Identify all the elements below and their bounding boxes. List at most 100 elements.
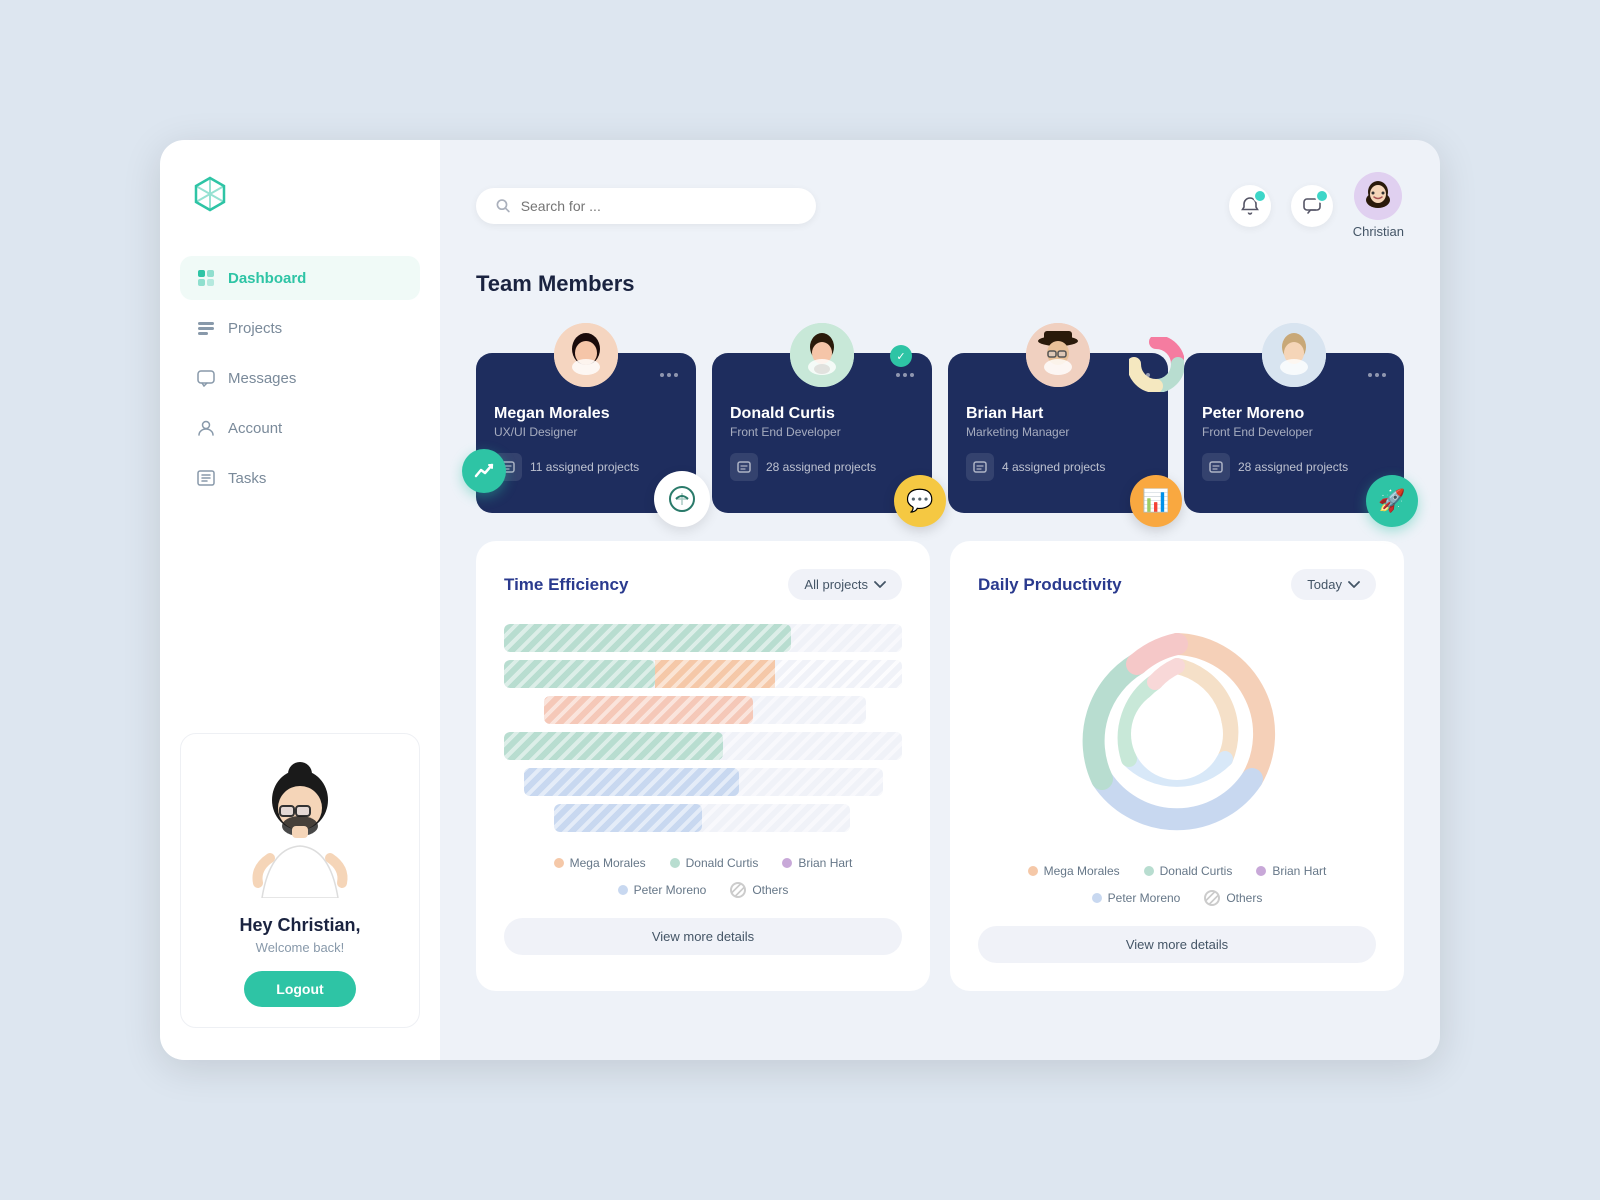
user-welcome-text: Welcome back! bbox=[197, 940, 403, 955]
brian-emoji: 📊 bbox=[1130, 475, 1182, 527]
prod-legend-donald: Donald Curtis bbox=[1144, 864, 1233, 878]
sidebar: Dashboard Projects bbox=[160, 140, 440, 1060]
legend-megan: Mega Morales bbox=[554, 856, 646, 870]
messages-badge bbox=[1315, 189, 1329, 203]
time-efficiency-filter[interactable]: All projects bbox=[788, 569, 902, 600]
brian-role: Marketing Manager bbox=[966, 425, 1150, 439]
messages-label: Messages bbox=[228, 370, 296, 387]
donald-checkmark: ✓ bbox=[890, 345, 912, 367]
sidebar-item-account[interactable]: Account bbox=[180, 406, 420, 450]
daily-productivity-view-more[interactable]: View more details bbox=[978, 926, 1376, 963]
sidebar-item-messages[interactable]: Messages bbox=[180, 356, 420, 400]
time-efficiency-chart bbox=[504, 624, 902, 832]
user-profile-header[interactable]: Christian bbox=[1353, 172, 1404, 239]
user-greeting: Hey Christian, bbox=[197, 915, 403, 936]
time-efficiency-title: Time Efficiency bbox=[504, 575, 628, 595]
sidebar-item-dashboard[interactable]: Dashboard bbox=[180, 256, 420, 300]
peter-role: Front End Developer bbox=[1202, 425, 1386, 439]
nav-menu: Dashboard Projects bbox=[180, 256, 420, 500]
tasks-label: Tasks bbox=[228, 470, 266, 487]
chevron-down-icon bbox=[1348, 581, 1360, 589]
donald-avatar bbox=[790, 323, 854, 387]
member-card-peter: Peter Moreno Front End Developer 28 assi… bbox=[1184, 353, 1404, 513]
megan-name: Megan Morales bbox=[494, 405, 678, 423]
trend-indicator bbox=[462, 449, 506, 493]
projects-label: Projects bbox=[228, 320, 282, 337]
project-icon bbox=[966, 453, 994, 481]
header: Christian bbox=[476, 172, 1404, 239]
prod-legend-others: Others bbox=[1204, 890, 1262, 906]
project-icon bbox=[1202, 453, 1230, 481]
search-input[interactable] bbox=[521, 198, 796, 214]
donut-chart bbox=[978, 624, 1376, 844]
member-card-donald: ✓ Donald Curtis Front End Developer 28 a… bbox=[712, 353, 932, 513]
prod-legend-brian: Brian Hart bbox=[1256, 864, 1326, 878]
peter-projects: 28 assigned projects bbox=[1202, 453, 1386, 481]
app-logo bbox=[180, 172, 420, 216]
donald-projects: 28 assigned projects bbox=[730, 453, 914, 481]
daily-productivity-title: Daily Productivity bbox=[978, 575, 1122, 595]
notifications-button[interactable] bbox=[1229, 185, 1271, 227]
projects-icon bbox=[196, 318, 216, 338]
user-name-header: Christian bbox=[1353, 224, 1404, 239]
dashboard-label: Dashboard bbox=[228, 270, 306, 287]
time-efficiency-header: Time Efficiency All projects bbox=[504, 569, 902, 600]
megan-emoji bbox=[654, 471, 710, 527]
account-icon bbox=[196, 418, 216, 438]
tasks-icon bbox=[196, 468, 216, 488]
legend-others: Others bbox=[730, 882, 788, 898]
team-members-row: Megan Morales UX/UI Designer 11 assigned… bbox=[476, 317, 1404, 513]
brian-name: Brian Hart bbox=[966, 405, 1150, 423]
legend-donald: Donald Curtis bbox=[670, 856, 759, 870]
megan-role: UX/UI Designer bbox=[494, 425, 678, 439]
prod-legend-megan: Mega Morales bbox=[1028, 864, 1120, 878]
peter-emoji: 🚀 bbox=[1366, 475, 1418, 527]
project-icon bbox=[730, 453, 758, 481]
team-section: Team Members Megan Mo bbox=[476, 271, 1404, 513]
account-label: Account bbox=[228, 420, 282, 437]
donald-role: Front End Developer bbox=[730, 425, 914, 439]
sidebar-item-tasks[interactable]: Tasks bbox=[180, 456, 420, 500]
legend-peter: Peter Moreno bbox=[618, 882, 707, 898]
search-bar[interactable] bbox=[476, 188, 816, 224]
time-efficiency-view-more[interactable]: View more details bbox=[504, 918, 902, 955]
legend-brian: Brian Hart bbox=[782, 856, 852, 870]
time-efficiency-legend: Mega Morales Donald Curtis Brian Hart Pe… bbox=[504, 856, 902, 898]
sidebar-item-projects[interactable]: Projects bbox=[180, 306, 420, 350]
messages-button[interactable] bbox=[1291, 185, 1333, 227]
user-avatar bbox=[1354, 172, 1402, 220]
logout-button[interactable]: Logout bbox=[244, 971, 355, 1007]
user-illustration bbox=[240, 758, 360, 898]
chevron-down-icon bbox=[874, 581, 886, 589]
megan-project-count: 11 assigned projects bbox=[530, 460, 639, 474]
daily-productivity-legend: Mega Morales Donald Curtis Brian Hart Pe… bbox=[978, 864, 1376, 906]
search-icon bbox=[496, 198, 511, 214]
charts-row: Time Efficiency All projects bbox=[476, 541, 1404, 991]
brian-projects: 4 assigned projects bbox=[966, 453, 1150, 481]
member-card-brian: Brian Hart Marketing Manager 4 assigned … bbox=[948, 353, 1168, 513]
donald-name: Donald Curtis bbox=[730, 405, 914, 423]
donald-project-count: 28 assigned projects bbox=[766, 460, 876, 474]
brian-chart-decoration bbox=[1129, 337, 1184, 397]
member-card-megan: Megan Morales UX/UI Designer 11 assigned… bbox=[476, 353, 696, 513]
daily-productivity-card: Daily Productivity Today bbox=[950, 541, 1404, 991]
peter-avatar bbox=[1262, 323, 1326, 387]
brian-project-count: 4 assigned projects bbox=[1002, 460, 1105, 474]
donald-emoji: 💬 bbox=[894, 475, 946, 527]
header-actions: Christian bbox=[1229, 172, 1404, 239]
dashboard-icon bbox=[196, 268, 216, 288]
main-content: Christian Team Members bbox=[440, 140, 1440, 1060]
brian-avatar bbox=[1026, 323, 1090, 387]
notification-badge bbox=[1253, 189, 1267, 203]
team-section-title: Team Members bbox=[476, 271, 1404, 297]
user-profile-card: Hey Christian, Welcome back! Logout bbox=[180, 733, 420, 1028]
peter-project-count: 28 assigned projects bbox=[1238, 460, 1348, 474]
messages-icon bbox=[196, 368, 216, 388]
time-efficiency-card: Time Efficiency All projects bbox=[476, 541, 930, 991]
megan-avatar bbox=[554, 323, 618, 387]
prod-legend-peter: Peter Moreno bbox=[1092, 890, 1181, 906]
peter-name: Peter Moreno bbox=[1202, 405, 1386, 423]
daily-productivity-header: Daily Productivity Today bbox=[978, 569, 1376, 600]
daily-productivity-filter[interactable]: Today bbox=[1291, 569, 1376, 600]
megan-projects: 11 assigned projects bbox=[494, 453, 678, 481]
